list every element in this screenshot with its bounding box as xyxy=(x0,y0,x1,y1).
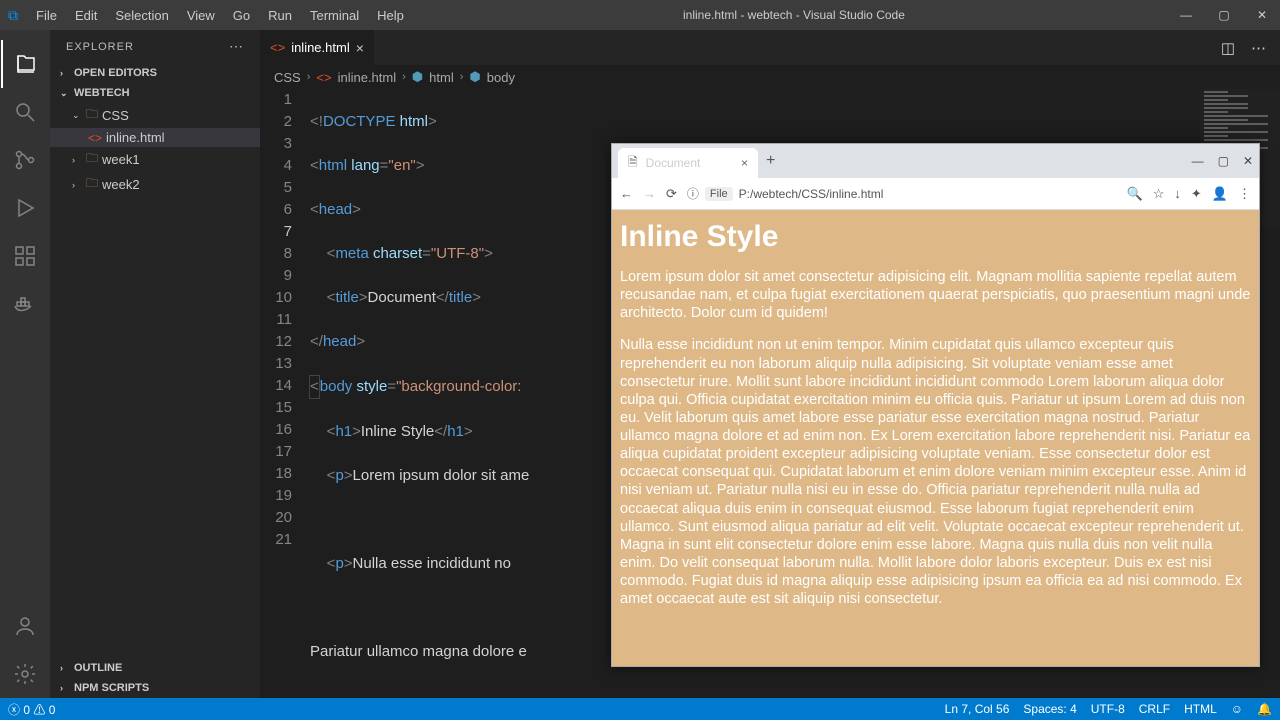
docker-icon[interactable] xyxy=(1,280,49,328)
status-encoding[interactable]: UTF-8 xyxy=(1091,702,1125,716)
zoom-icon[interactable]: 🔍 xyxy=(1127,186,1143,202)
page-icon: 🗎 xyxy=(628,153,638,174)
run-debug-icon[interactable] xyxy=(1,184,49,232)
menubar: File Edit Selection View Go Run Terminal… xyxy=(28,6,412,25)
menu-selection[interactable]: Selection xyxy=(107,6,176,25)
split-editor-icon[interactable]: ◫ xyxy=(1221,39,1235,57)
window-title: inline.html - webtech - Visual Studio Co… xyxy=(412,8,1176,22)
profile-avatar-icon[interactable]: 👤 xyxy=(1212,186,1228,202)
element-icon: ⬢ xyxy=(412,69,423,85)
address-bar[interactable]: ⓘ File P:/webtech/CSS/inline.html xyxy=(687,185,1117,202)
file-inline-html[interactable]: <>inline.html xyxy=(50,128,260,147)
npm-scripts-section[interactable]: ›NPM SCRIPTS xyxy=(50,678,260,698)
window-close-icon[interactable]: ✕ xyxy=(1252,8,1272,22)
status-cursor-position[interactable]: Ln 7, Col 56 xyxy=(945,702,1010,716)
status-indentation[interactable]: Spaces: 4 xyxy=(1023,702,1076,716)
breadcrumb[interactable]: CSS› <>inline.html› ⬢html› ⬢body xyxy=(260,65,1280,89)
breadcrumb-body[interactable]: body xyxy=(487,70,515,85)
explorer-title: EXPLORER xyxy=(66,41,134,53)
extensions-puzzle-icon[interactable]: ✦ xyxy=(1191,186,1202,202)
tab-close-icon[interactable]: × xyxy=(741,156,748,170)
status-bar: ⓧ 0 ⚠ 0 Ln 7, Col 56 Spaces: 4 UTF-8 CRL… xyxy=(0,698,1280,720)
new-tab-icon[interactable]: + xyxy=(766,152,775,170)
browser-menu-icon[interactable]: ⋮ xyxy=(1238,186,1251,202)
accounts-icon[interactable] xyxy=(1,602,49,650)
breadcrumb-folder[interactable]: CSS xyxy=(274,70,301,85)
html-file-icon: <> xyxy=(270,40,285,55)
menu-go[interactable]: Go xyxy=(225,6,258,25)
line-gutter: 123456789101112131415161718192021 xyxy=(260,89,310,698)
vscode-logo-icon: ⧉ xyxy=(8,7,18,24)
html-file-icon: <> xyxy=(316,70,331,85)
url-text: P:/webtech/CSS/inline.html xyxy=(739,187,884,201)
window-minimize-icon[interactable]: ― xyxy=(1176,8,1196,22)
outline-section[interactable]: ›OUTLINE xyxy=(50,658,260,678)
activity-bar xyxy=(0,30,50,698)
extensions-icon[interactable] xyxy=(1,232,49,280)
element-icon: ⬢ xyxy=(469,69,480,85)
settings-gear-icon[interactable] xyxy=(1,650,49,698)
back-icon[interactable]: ← xyxy=(620,186,633,201)
menu-run[interactable]: Run xyxy=(260,6,300,25)
source-control-icon[interactable] xyxy=(1,136,49,184)
folder-css[interactable]: ⌄🗀CSS xyxy=(50,103,260,128)
folder-icon: 🗀 xyxy=(86,174,98,195)
browser-close-icon[interactable]: ✕ xyxy=(1243,154,1253,168)
html-file-icon: <> xyxy=(88,131,102,145)
breadcrumb-html[interactable]: html xyxy=(429,70,454,85)
open-editors-section[interactable]: ›OPEN EDITORS xyxy=(50,63,260,83)
browser-tab-title: Document xyxy=(646,156,701,170)
explorer-icon[interactable] xyxy=(1,40,49,88)
tab-inline-html[interactable]: <> inline.html × xyxy=(260,30,375,65)
forward-icon[interactable]: → xyxy=(643,186,656,201)
menu-terminal[interactable]: Terminal xyxy=(302,6,367,25)
bookmark-star-icon[interactable]: ☆ xyxy=(1153,186,1165,202)
sidebar: EXPLORER ⋯ ›OPEN EDITORS ⌄WEBTECH ⌄🗀CSS … xyxy=(50,30,260,698)
folder-icon: 🗀 xyxy=(86,149,98,170)
browser-minimize-icon[interactable]: ― xyxy=(1192,154,1204,168)
project-section[interactable]: ⌄WEBTECH xyxy=(50,83,260,103)
status-notifications-icon[interactable]: 🔔 xyxy=(1257,702,1272,716)
status-feedback-icon[interactable]: ☺ xyxy=(1231,702,1243,716)
download-icon[interactable]: ↓ xyxy=(1174,186,1181,202)
browser-tabstrip: 🗎 Document × + ― ▢ ✕ xyxy=(612,144,1259,178)
status-language[interactable]: HTML xyxy=(1184,702,1217,716)
folder-week2[interactable]: ›🗀week2 xyxy=(50,172,260,197)
menu-view[interactable]: View xyxy=(179,6,223,25)
url-scheme-badge: File xyxy=(705,187,733,201)
browser-window: 🗎 Document × + ― ▢ ✕ ← → ⟳ ⓘ File P:/web… xyxy=(611,143,1260,667)
menu-help[interactable]: Help xyxy=(369,6,412,25)
tab-label: inline.html xyxy=(291,40,350,55)
page-heading: Inline Style xyxy=(620,220,1251,254)
status-errors[interactable]: ⓧ 0 ⚠ 0 xyxy=(8,701,55,718)
browser-tab[interactable]: 🗎 Document × xyxy=(618,148,758,178)
reload-icon[interactable]: ⟳ xyxy=(666,186,677,202)
browser-toolbar: ← → ⟳ ⓘ File P:/webtech/CSS/inline.html … xyxy=(612,178,1259,210)
folder-icon: 🗀 xyxy=(86,105,98,126)
browser-viewport[interactable]: Inline Style Lorem ipsum dolor sit amet … xyxy=(612,210,1259,666)
editor-tabs: <> inline.html × ◫ ⋯ xyxy=(260,30,1280,65)
breadcrumb-file[interactable]: inline.html xyxy=(338,70,397,85)
tab-close-icon[interactable]: × xyxy=(356,40,364,56)
page-paragraph-2: Nulla esse incididunt non ut enim tempor… xyxy=(620,336,1251,608)
info-icon[interactable]: ⓘ xyxy=(687,185,699,202)
folder-week1[interactable]: ›🗀week1 xyxy=(50,147,260,172)
explorer-more-icon[interactable]: ⋯ xyxy=(229,38,244,55)
menu-edit[interactable]: Edit xyxy=(67,6,105,25)
window-maximize-icon[interactable]: ▢ xyxy=(1214,8,1234,22)
more-actions-icon[interactable]: ⋯ xyxy=(1251,39,1266,57)
page-paragraph-1: Lorem ipsum dolor sit amet consectetur a… xyxy=(620,268,1251,322)
browser-maximize-icon[interactable]: ▢ xyxy=(1218,154,1229,168)
status-eol[interactable]: CRLF xyxy=(1139,702,1170,716)
menu-file[interactable]: File xyxy=(28,6,65,25)
titlebar: ⧉ File Edit Selection View Go Run Termin… xyxy=(0,0,1280,30)
search-icon[interactable] xyxy=(1,88,49,136)
